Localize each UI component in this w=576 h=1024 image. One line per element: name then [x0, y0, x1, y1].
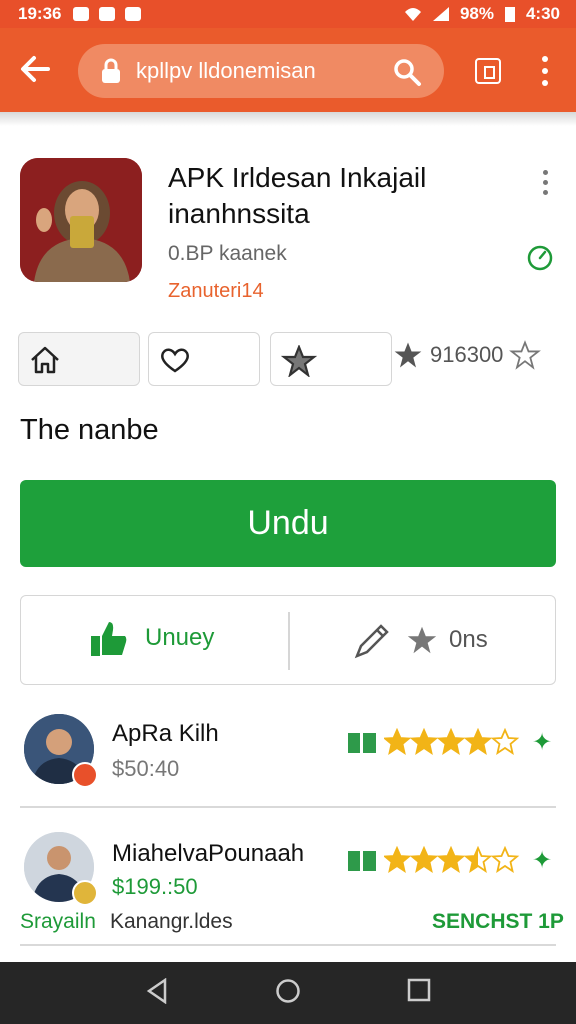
arrow-icon[interactable]: ✦ [532, 728, 552, 757]
rating-star [436, 846, 466, 873]
rating-star [409, 728, 439, 755]
toolbar-shadow [0, 112, 576, 126]
rate-action[interactable]: 0ns [351, 618, 488, 662]
status-time: 19:36 [18, 4, 62, 23]
star-icon [281, 345, 317, 377]
rating-star [409, 846, 439, 873]
home-icon [31, 346, 59, 374]
app-icon [20, 158, 142, 282]
rating-star [463, 728, 493, 755]
review-price: $50:40 [112, 756, 180, 781]
reviewer-name: ApRa Kilh [112, 720, 219, 747]
battery-text: 98% [459, 4, 494, 23]
rate-label: 0ns [449, 626, 488, 653]
system-nav-bar [0, 962, 576, 1024]
download-button[interactable]: Undu [20, 480, 556, 567]
rating-star [490, 846, 520, 873]
battery-icon [504, 7, 515, 22]
rating-star [436, 728, 466, 755]
ticket-icon [348, 851, 376, 871]
app-title: APK Irldesan Inkajail inanhnssita [168, 162, 427, 229]
tabs-icon[interactable] [475, 58, 501, 84]
ticket-icon [348, 733, 376, 753]
app-developer[interactable]: 0.BP kaanek [168, 242, 287, 266]
chat-icon [125, 7, 142, 21]
nav-home-icon[interactable] [275, 978, 301, 1004]
app-more-icon[interactable] [540, 168, 552, 198]
mail-icon [73, 7, 90, 21]
divider [20, 806, 556, 808]
action-divider [288, 612, 290, 670]
message-icon [99, 7, 116, 21]
section-heading: The nanbe [20, 414, 159, 446]
lock-icon [102, 58, 120, 83]
signal-icon [432, 7, 449, 21]
thumbs-up-icon [91, 622, 127, 656]
review-price: $199.:50 [112, 874, 198, 899]
rating-star [384, 846, 412, 873]
like-action[interactable]: Unuey [89, 618, 214, 658]
action-box: Unuey 0ns [20, 595, 556, 685]
rating-star [490, 728, 520, 755]
status-right: 98% 4:30 [404, 4, 560, 24]
star-rating-icon [384, 846, 520, 873]
review-stars [346, 846, 520, 874]
footer-left-link[interactable]: Srayailn [20, 910, 96, 934]
footer-right-link[interactable]: SENCHST 1P [432, 910, 564, 934]
like-label: Unuey [145, 624, 215, 651]
app-category[interactable]: Zanuteri14 [168, 280, 264, 303]
nav-back-icon[interactable] [146, 978, 168, 1004]
status-bar: 19:36 98% 4:30 [0, 0, 576, 28]
search-icon[interactable] [392, 57, 422, 87]
heart-icon [161, 348, 189, 373]
wifi-icon [404, 8, 421, 21]
star-outline-icon[interactable] [509, 340, 542, 370]
more-icon[interactable] [538, 56, 552, 86]
url-bar[interactable]: kpllpv lldonemisan [78, 44, 444, 98]
url-text: kpllpv lldonemisan [136, 58, 316, 83]
star-filled-icon [394, 342, 422, 368]
rating-summary: 916300 [392, 340, 542, 370]
review-stars [346, 728, 520, 756]
star-rating-icon [384, 728, 520, 755]
divider [20, 944, 556, 946]
nav-recent-icon[interactable] [407, 978, 431, 1002]
rating-count: 916300 [430, 342, 504, 367]
clock-icon[interactable] [526, 244, 554, 272]
arrow-icon[interactable]: ✦ [532, 846, 552, 875]
browser-toolbar: kpllpv lldonemisan [0, 28, 576, 112]
rating-star [384, 728, 412, 755]
status-time-right: 4:30 [525, 4, 560, 23]
footer-middle-text: Kanangr.ldes [110, 910, 233, 933]
notification-icons [73, 7, 142, 21]
user-badge [72, 880, 98, 906]
pen-icon [354, 624, 389, 659]
home-chip[interactable] [18, 332, 140, 386]
rating-star [463, 846, 493, 873]
favorite-chip[interactable] [148, 332, 260, 386]
user-badge [72, 762, 98, 788]
back-arrow-icon[interactable] [18, 52, 52, 86]
star-icon [407, 626, 437, 654]
reviewer-name: MiahelvaPounaah [112, 840, 305, 867]
rate-chip[interactable] [270, 332, 392, 386]
